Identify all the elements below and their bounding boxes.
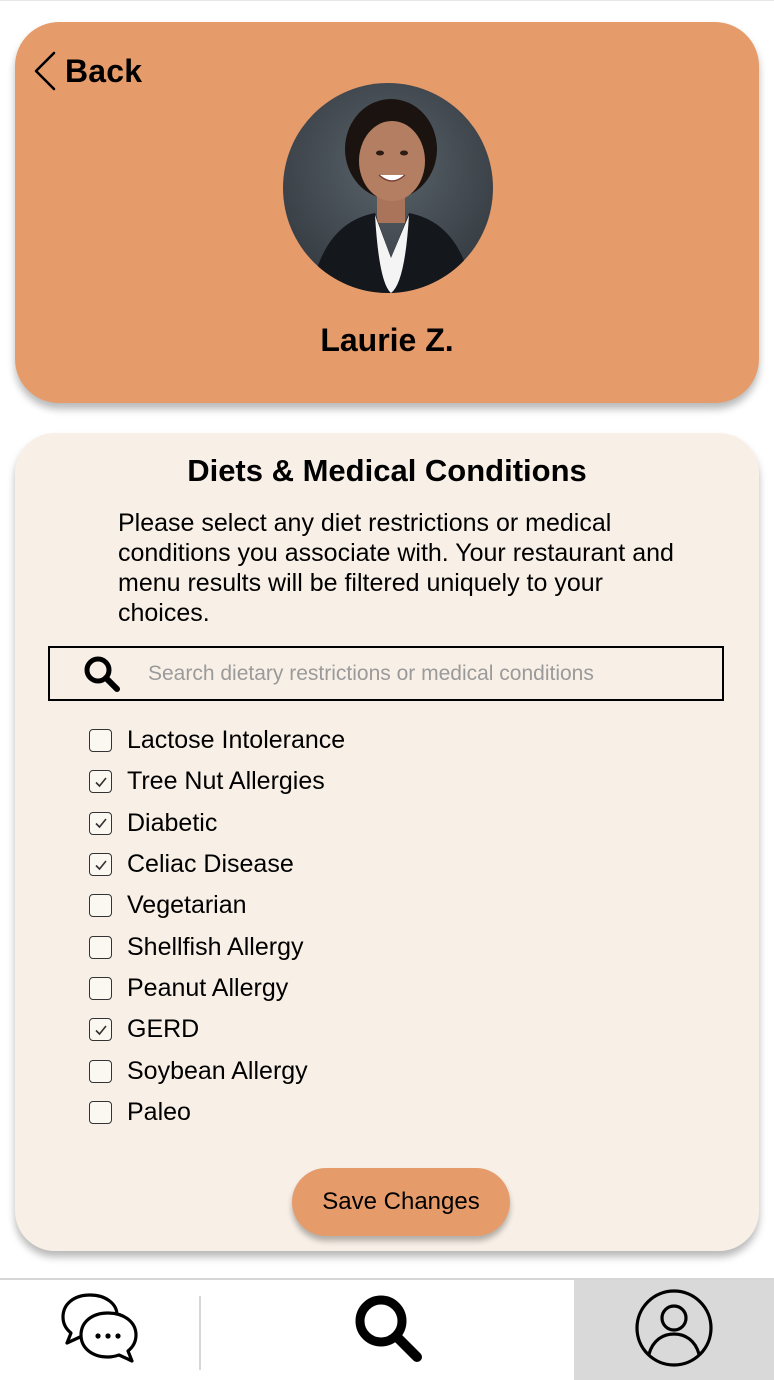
chevron-left-icon <box>33 50 57 92</box>
avatar <box>283 83 493 293</box>
option-label: Celiac Disease <box>127 850 294 879</box>
checkbox[interactable] <box>89 1059 112 1083</box>
checkmark-icon <box>94 1025 107 1035</box>
option-vegetarian[interactable]: Vegetarian <box>89 885 345 926</box>
section-title: Diets & Medical Conditions <box>187 453 587 488</box>
checkbox[interactable] <box>89 935 112 959</box>
option-label: Paleo <box>127 1097 191 1126</box>
top-divider <box>0 0 774 1</box>
save-changes-button[interactable]: Save Changes <box>292 1168 510 1236</box>
checkbox[interactable] <box>89 770 112 794</box>
checkbox[interactable] <box>89 853 112 877</box>
option-label: Diabetic <box>127 808 218 837</box>
bottom-nav <box>0 1278 774 1380</box>
checkbox[interactable] <box>89 1100 112 1124</box>
checkbox[interactable] <box>89 1018 112 1042</box>
nav-chat[interactable] <box>0 1280 199 1380</box>
option-soybean-allergy[interactable]: Soybean Allergy <box>89 1050 345 1091</box>
option-label: Vegetarian <box>127 891 247 920</box>
option-label: Tree Nut Allergies <box>127 767 325 796</box>
option-label: Shellfish Allergy <box>127 932 304 961</box>
option-celiac-disease[interactable]: Celiac Disease <box>89 844 345 885</box>
back-label: Back <box>65 52 143 89</box>
checkbox[interactable] <box>89 976 112 1000</box>
option-paleo[interactable]: Paleo <box>89 1092 345 1133</box>
chat-bubbles-icon <box>60 1291 140 1370</box>
profile-name: Laurie Z. <box>320 322 454 358</box>
options-list: Lactose Intolerance Tree Nut Allergies D… <box>89 720 345 1133</box>
profile-icon <box>634 1288 714 1373</box>
section-description: Please select any diet restrictions or m… <box>118 509 674 627</box>
checkbox[interactable] <box>89 729 112 753</box>
option-tree-nut-allergies[interactable]: Tree Nut Allergies <box>89 761 345 802</box>
nav-search[interactable] <box>201 1280 574 1380</box>
checkbox[interactable] <box>89 811 112 835</box>
option-label: Soybean Allergy <box>127 1056 308 1085</box>
checkmark-icon <box>94 860 107 870</box>
option-peanut-allergy[interactable]: Peanut Allergy <box>89 968 345 1009</box>
checkmark-icon <box>94 777 107 788</box>
search-icon <box>82 654 122 694</box>
diets-card: Diets & Medical Conditions Please select… <box>15 433 759 1251</box>
option-label: Lactose Intolerance <box>127 726 346 755</box>
checkmark-icon <box>94 818 107 829</box>
option-gerd[interactable]: GERD <box>89 1009 345 1050</box>
option-diabetic[interactable]: Diabetic <box>89 803 345 844</box>
checkbox[interactable] <box>89 894 112 918</box>
option-shellfish-allergy[interactable]: Shellfish Allergy <box>89 926 345 967</box>
search-input[interactable] <box>146 660 710 687</box>
search-icon <box>351 1291 425 1370</box>
option-label: Peanut Allergy <box>127 973 289 1002</box>
profile-header: Back Laurie Z. <box>15 22 759 403</box>
back-button[interactable]: Back <box>33 48 142 94</box>
nav-profile[interactable] <box>574 1280 774 1380</box>
option-label: GERD <box>127 1015 200 1044</box>
search-bar <box>48 646 724 701</box>
option-lactose-intolerance[interactable]: Lactose Intolerance <box>89 720 345 761</box>
